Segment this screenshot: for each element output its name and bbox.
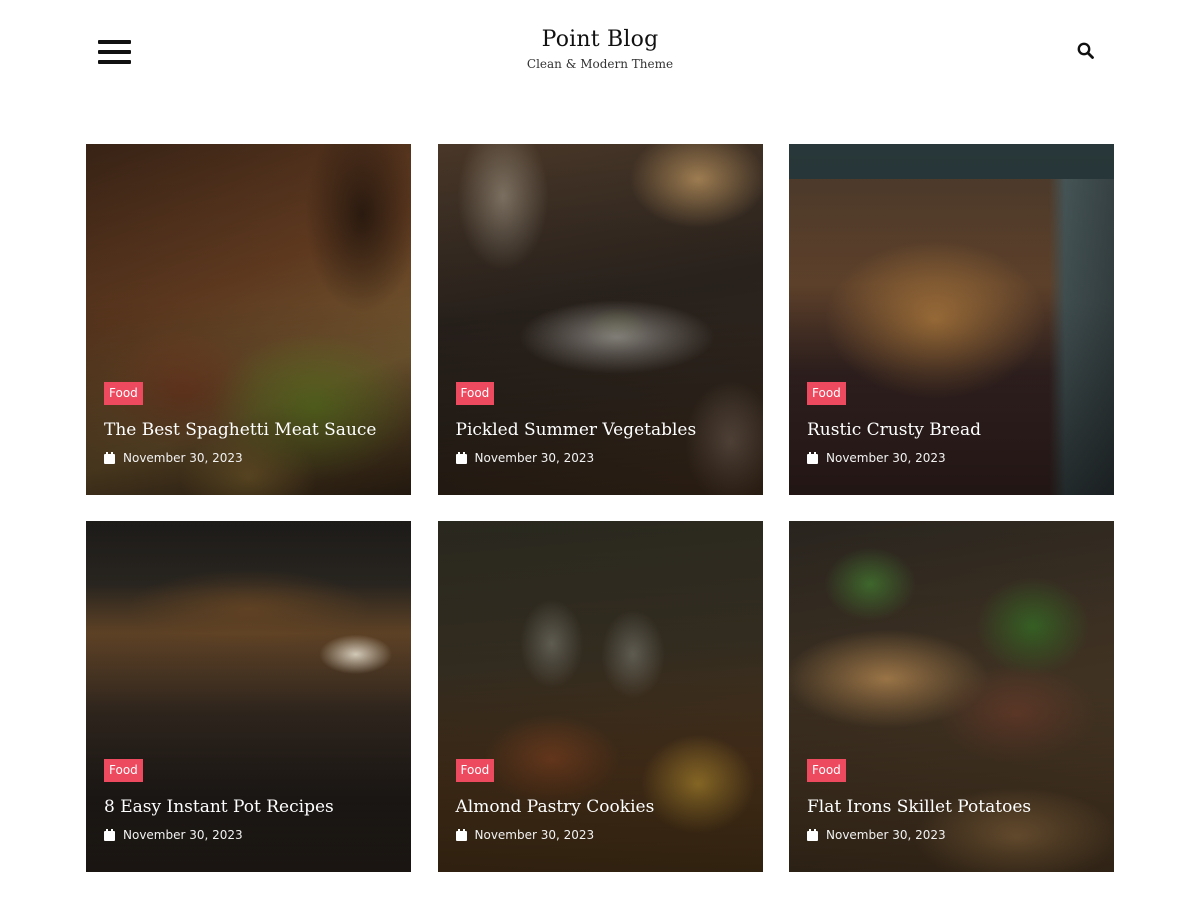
- post-meta: November 30, 2023: [807, 451, 1100, 465]
- post-card[interactable]: Food Pickled Summer Vegetables November …: [437, 144, 763, 495]
- category-badge[interactable]: Food: [455, 759, 495, 782]
- search-icon[interactable]: [1076, 41, 1096, 61]
- post-card[interactable]: Food The Best Spaghetti Meat Sauce Novem…: [86, 144, 411, 495]
- calendar-icon: [455, 452, 467, 464]
- post-date: November 30, 2023: [474, 828, 595, 842]
- post-title[interactable]: Almond Pastry Cookies: [456, 796, 749, 818]
- post-meta: November 30, 2023: [807, 828, 1100, 842]
- calendar-icon: [455, 829, 467, 841]
- post-info: Food Pickled Summer Vegetables November …: [455, 382, 749, 465]
- post-card[interactable]: Food 8 Easy Instant Pot Recipes November…: [86, 521, 411, 872]
- post-date: November 30, 2023: [474, 451, 595, 465]
- post-meta: November 30, 2023: [104, 451, 397, 465]
- calendar-icon: [104, 452, 115, 464]
- post-title[interactable]: Pickled Summer Vegetables: [456, 419, 749, 441]
- site-header: Point Blog Clean & Modern Theme: [0, 0, 1200, 110]
- post-date: November 30, 2023: [826, 451, 946, 465]
- post-meta: November 30, 2023: [455, 451, 749, 465]
- post-info: Food Flat Irons Skillet Potatoes Novembe…: [807, 759, 1100, 842]
- category-badge[interactable]: Food: [104, 759, 143, 782]
- post-card[interactable]: Food Flat Irons Skillet Potatoes Novembe…: [789, 521, 1114, 872]
- post-card[interactable]: Food Rustic Crusty Bread November 30, 20…: [789, 144, 1114, 495]
- calendar-icon: [104, 829, 115, 841]
- site-tagline: Clean & Modern Theme: [526, 57, 674, 71]
- calendar-icon: [807, 452, 818, 464]
- post-title[interactable]: 8 Easy Instant Pot Recipes: [104, 796, 397, 818]
- post-card[interactable]: Food Almond Pastry Cookies November 30, …: [437, 521, 763, 872]
- post-info: Food Rustic Crusty Bread November 30, 20…: [807, 382, 1100, 465]
- post-info: Food Almond Pastry Cookies November 30, …: [455, 759, 749, 842]
- post-date: November 30, 2023: [826, 828, 946, 842]
- category-badge[interactable]: Food: [807, 382, 846, 405]
- post-meta: November 30, 2023: [104, 828, 397, 842]
- post-info: Food The Best Spaghetti Meat Sauce Novem…: [104, 382, 397, 465]
- post-date: November 30, 2023: [123, 828, 243, 842]
- site-title[interactable]: Point Blog: [0, 26, 1200, 54]
- post-info: Food 8 Easy Instant Pot Recipes November…: [104, 759, 397, 842]
- post-title[interactable]: Rustic Crusty Bread: [807, 419, 1100, 441]
- category-badge[interactable]: Food: [104, 382, 143, 405]
- category-badge[interactable]: Food: [455, 382, 495, 405]
- calendar-icon: [807, 829, 818, 841]
- post-date: November 30, 2023: [123, 451, 243, 465]
- post-title[interactable]: Flat Irons Skillet Potatoes: [807, 796, 1100, 818]
- post-grid: Food The Best Spaghetti Meat Sauce Novem…: [86, 144, 1114, 872]
- category-badge[interactable]: Food: [807, 759, 846, 782]
- post-title[interactable]: The Best Spaghetti Meat Sauce: [104, 419, 397, 441]
- post-meta: November 30, 2023: [455, 828, 749, 842]
- site-branding: Point Blog Clean & Modern Theme: [0, 26, 1200, 71]
